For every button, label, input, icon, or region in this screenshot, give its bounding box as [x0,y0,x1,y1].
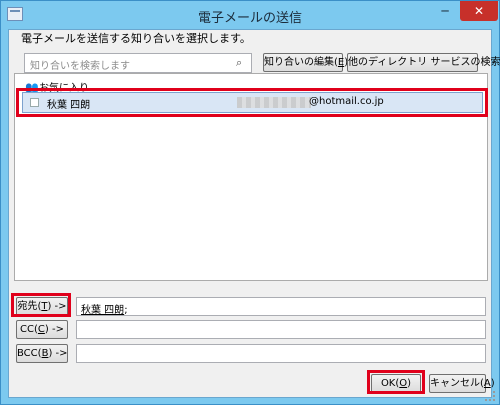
instruction-text: 電子メールを送信する知り合いを選択します。 [21,32,251,45]
to-field-value: 秋葉 四朗; [81,301,128,316]
search-directory-label: 他のディレクトリ サービスの検索 [348,57,500,68]
cc-button-key: C [37,324,45,335]
search-placeholder: 知り合いを検索します [30,61,130,72]
edit-contact-label: 知り合いの編集 [264,57,334,68]
edit-contact-button[interactable]: 知り合いの編集(E) [263,53,348,72]
to-separator: ; [124,305,128,316]
cc-button-arrow: -> [51,324,64,335]
bcc-field[interactable] [76,344,486,363]
cc-button-label: CC [20,324,34,335]
window-title: 電子メールの送信 [197,11,302,26]
bcc-button-key: B [41,348,49,359]
edit-contact-key: E [337,57,345,68]
highlight-to-button [11,293,71,317]
cancel-button-label: キャンセル [430,378,480,389]
highlight-ok-button [367,370,425,394]
resize-grip[interactable] [485,391,495,401]
highlight-contact [16,88,488,117]
cancel-button-key: A [483,378,491,389]
to-field[interactable]: 秋葉 四朗; [76,297,486,316]
to-recipient-name[interactable]: 秋葉 四朗 [81,305,124,316]
bcc-button-arrow: -> [55,348,68,359]
title-bar[interactable]: 電子メールの送信 ─ ✕ [1,1,499,29]
close-button[interactable]: ✕ [460,1,498,21]
search-input[interactable]: 知り合いを検索します ⌕ [24,53,252,73]
cc-field[interactable] [76,320,486,339]
email-dialog-window: 電子メールの送信 ─ ✕ 電子メールを送信する知り合いを選択します。 知り合いを… [0,0,500,405]
search-directory-button[interactable]: 他のディレクトリ サービスの検索(L) [347,53,500,72]
bcc-button[interactable]: BCC(B) -> [16,344,68,363]
bcc-button-label: BCC [17,348,38,359]
search-icon: ⌕ [236,56,243,69]
cc-button[interactable]: CC(C) -> [16,320,68,339]
cancel-button[interactable]: キャンセル(A) [429,374,495,393]
minimize-button[interactable]: ─ [431,1,459,21]
